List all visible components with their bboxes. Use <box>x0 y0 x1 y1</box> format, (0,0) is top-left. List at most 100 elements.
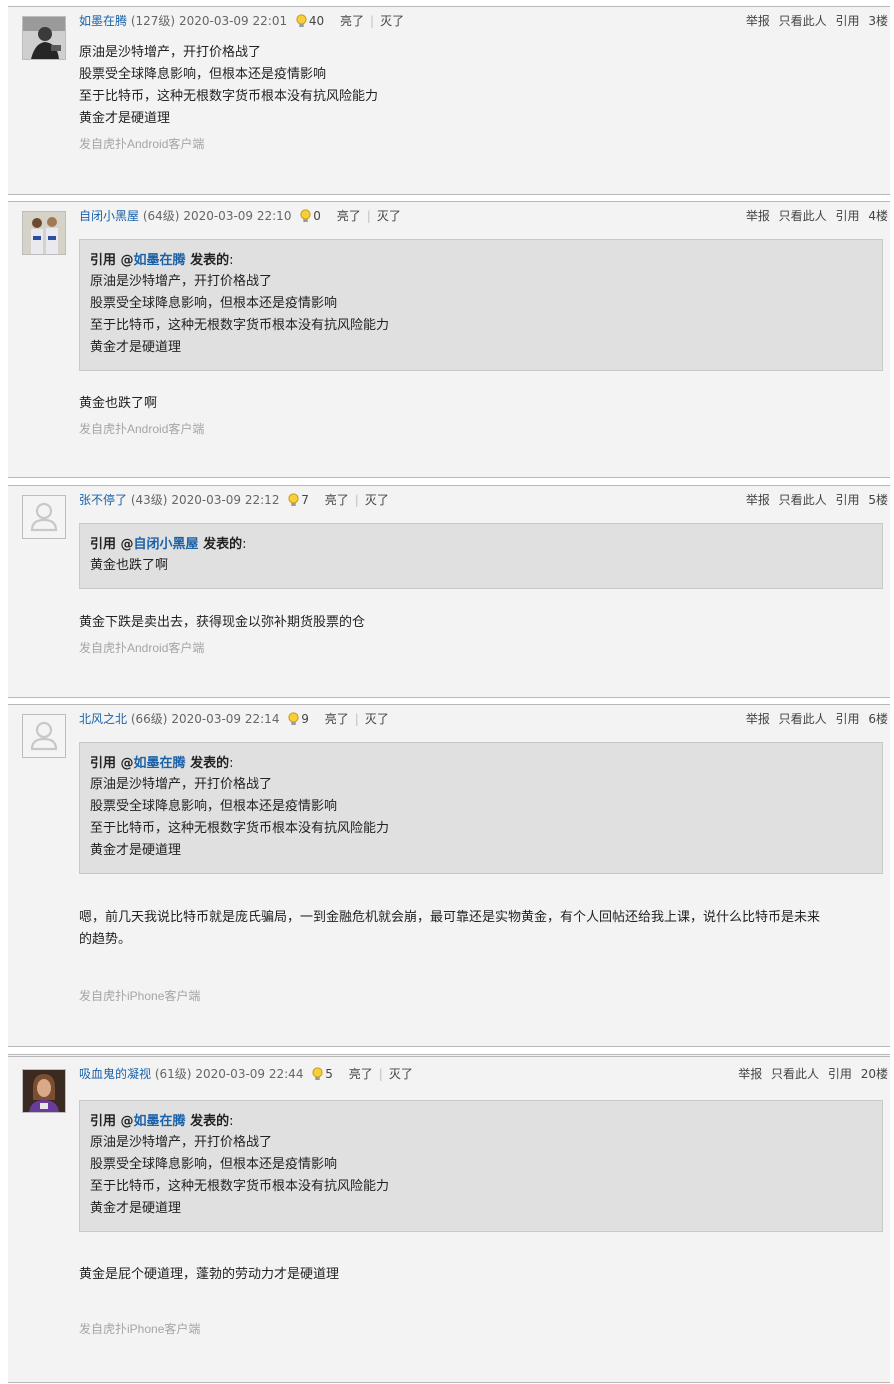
quoted-username-link[interactable]: 如墨在腾 <box>134 1114 186 1129</box>
content-line: 黄金是屁个硬道理，蓬勃的劳动力才是硬道理 <box>79 1267 340 1282</box>
quote-line: 黄金才是硬道理 <box>90 843 182 858</box>
quote-suffix: 发表的 <box>185 756 230 771</box>
avatar[interactable] <box>22 714 66 758</box>
quote-prefix: 引用 @ <box>90 253 134 268</box>
post-source: 发自虎扑Android客户端 <box>79 422 205 436</box>
post-time: 2020-03-09 22:44 <box>195 1067 304 1081</box>
username-link[interactable]: 张不停了 <box>79 493 127 507</box>
post-time: 2020-03-09 22:01 <box>178 14 288 28</box>
user-level: (66级) <box>130 712 168 726</box>
quoted-username-link[interactable]: 自闭小黑屋 <box>134 537 199 552</box>
report-link[interactable]: 举报 <box>738 1067 762 1081</box>
quote-header: 引用 @如墨在腾 发表的: <box>90 251 872 271</box>
post-tools: 举报 只看此人 引用 6楼 <box>741 710 888 728</box>
avatar[interactable] <box>22 1069 66 1113</box>
only-this-user-link[interactable]: 只看此人 <box>771 1067 819 1081</box>
light-off-button[interactable]: 灭了 <box>380 14 404 28</box>
light-up-button[interactable]: 亮了 <box>349 1067 373 1081</box>
content-line: 原油是沙特增产，开打价格战了 <box>79 45 262 60</box>
lightbulb-icon <box>300 209 311 222</box>
quote-suffix: 发表的 <box>198 537 243 552</box>
username-link[interactable]: 吸血鬼的凝视 <box>79 1067 151 1081</box>
report-link[interactable]: 举报 <box>746 14 770 28</box>
username-link[interactable]: 北风之北 <box>79 712 127 726</box>
report-link[interactable]: 举报 <box>746 209 770 223</box>
light-count: 9 <box>301 712 309 726</box>
lightbulb-icon <box>296 14 307 27</box>
lightbulb-icon <box>288 493 299 506</box>
quote-line: 原油是沙特增产，开打价格战了 <box>90 274 273 289</box>
content-line: 黄金才是硬道理 <box>79 111 171 126</box>
avatar[interactable] <box>22 211 66 255</box>
quote-line: 至于比特币，这种无根数字货币根本没有抗风险能力 <box>90 821 390 836</box>
light-up-button[interactable]: 亮了 <box>337 209 361 223</box>
post-tools: 举报 只看此人 引用 3楼 <box>741 12 888 30</box>
quote-link[interactable]: 引用 <box>828 1067 852 1081</box>
report-link[interactable]: 举报 <box>746 712 770 726</box>
post-content: 黄金是屁个硬道理，蓬勃的劳动力才是硬道理 <box>79 1264 889 1286</box>
floor-number: 20楼 <box>860 1067 888 1081</box>
separator: | <box>378 1067 383 1081</box>
username-link[interactable]: 如墨在腾 <box>79 14 127 28</box>
quoted-username-link[interactable]: 如墨在腾 <box>134 756 186 771</box>
only-this-user-link[interactable]: 只看此人 <box>779 14 827 28</box>
light-up-button[interactable]: 亮了 <box>325 493 349 507</box>
quote-header: 引用 @如墨在腾 发表的: <box>90 1112 872 1132</box>
separator: | <box>354 712 359 726</box>
post-time: 2020-03-09 22:14 <box>171 712 280 726</box>
quote-link[interactable]: 引用 <box>836 712 860 726</box>
content-line: 的趋势。 <box>79 932 132 947</box>
quote-line: 至于比特币，这种无根数字货币根本没有抗风险能力 <box>90 318 390 333</box>
quote-prefix: 引用 @ <box>90 756 134 771</box>
quote-block: 引用 @如墨在腾 发表的: 原油是沙特增产，开打价格战了 股票受全球降息影响，但… <box>79 239 883 371</box>
post-header: 如墨在腾 (127级) 2020-03-09 22:01 40 亮了 | 灭了 举报… <box>79 12 890 30</box>
post-time: 2020-03-09 22:12 <box>171 493 280 507</box>
quote-line: 股票受全球降息影响，但根本还是疫情影响 <box>90 1157 338 1172</box>
reply-post: 如墨在腾 (127级) 2020-03-09 22:01 40 亮了 | 灭了 举报… <box>8 6 890 195</box>
avatar[interactable] <box>22 495 66 539</box>
quote-header: 引用 @自闭小黑屋 发表的: <box>90 535 872 555</box>
content-line: 黄金也跌了啊 <box>79 396 158 411</box>
quote-colon: : <box>229 756 234 771</box>
quote-block: 引用 @如墨在腾 发表的: 原油是沙特增产，开打价格战了 股票受全球降息影响，但… <box>79 742 883 874</box>
avatar[interactable] <box>22 16 66 60</box>
only-this-user-link[interactable]: 只看此人 <box>779 712 827 726</box>
post-source: 发自虎扑Android客户端 <box>79 641 205 655</box>
post-content: 黄金也跌了啊 <box>79 393 889 415</box>
post-source: 发自虎扑iPhone客户端 <box>79 1322 201 1336</box>
quote-link[interactable]: 引用 <box>836 14 860 28</box>
only-this-user-link[interactable]: 只看此人 <box>779 493 827 507</box>
floor-number: 5楼 <box>868 493 888 507</box>
post-header: 北风之北 (66级) 2020-03-09 22:14 9 亮了 | 灭了 举报 只… <box>79 710 890 728</box>
separator: | <box>354 493 359 507</box>
floor-number: 6楼 <box>868 712 888 726</box>
user-level: (64级) <box>142 209 180 223</box>
only-this-user-link[interactable]: 只看此人 <box>779 209 827 223</box>
quoted-username-link[interactable]: 如墨在腾 <box>134 253 186 268</box>
post-time: 2020-03-09 22:10 <box>183 209 292 223</box>
reply-post: 北风之北 (66级) 2020-03-09 22:14 9 亮了 | 灭了 举报 只… <box>8 704 890 1047</box>
quote-link[interactable]: 引用 <box>836 209 860 223</box>
post-source: 发自虎扑Android客户端 <box>79 137 205 151</box>
avatar-photo-icon <box>23 17 65 59</box>
avatar-photo-icon <box>23 212 65 254</box>
separator: | <box>366 209 371 223</box>
light-off-button[interactable]: 灭了 <box>365 712 389 726</box>
light-off-button[interactable]: 灭了 <box>365 493 389 507</box>
light-off-button[interactable]: 灭了 <box>389 1067 413 1081</box>
username-link[interactable]: 自闭小黑屋 <box>79 209 139 223</box>
user-level: (43级) <box>130 493 168 507</box>
light-up-button[interactable]: 亮了 <box>340 14 364 28</box>
post-tools: 举报 只看此人 引用 20楼 <box>733 1065 888 1083</box>
post-header: 张不停了 (43级) 2020-03-09 22:12 7 亮了 | 灭了 举报 只… <box>79 491 890 509</box>
quote-line: 股票受全球降息影响，但根本还是疫情影响 <box>90 799 338 814</box>
user-level: (127级) <box>130 14 176 28</box>
light-off-button[interactable]: 灭了 <box>377 209 401 223</box>
quote-colon: : <box>229 1114 234 1129</box>
default-avatar-icon <box>23 715 65 757</box>
light-up-button[interactable]: 亮了 <box>325 712 349 726</box>
quote-line: 黄金才是硬道理 <box>90 1201 182 1216</box>
quote-prefix: 引用 @ <box>90 1114 134 1129</box>
report-link[interactable]: 举报 <box>746 493 770 507</box>
quote-link[interactable]: 引用 <box>836 493 860 507</box>
